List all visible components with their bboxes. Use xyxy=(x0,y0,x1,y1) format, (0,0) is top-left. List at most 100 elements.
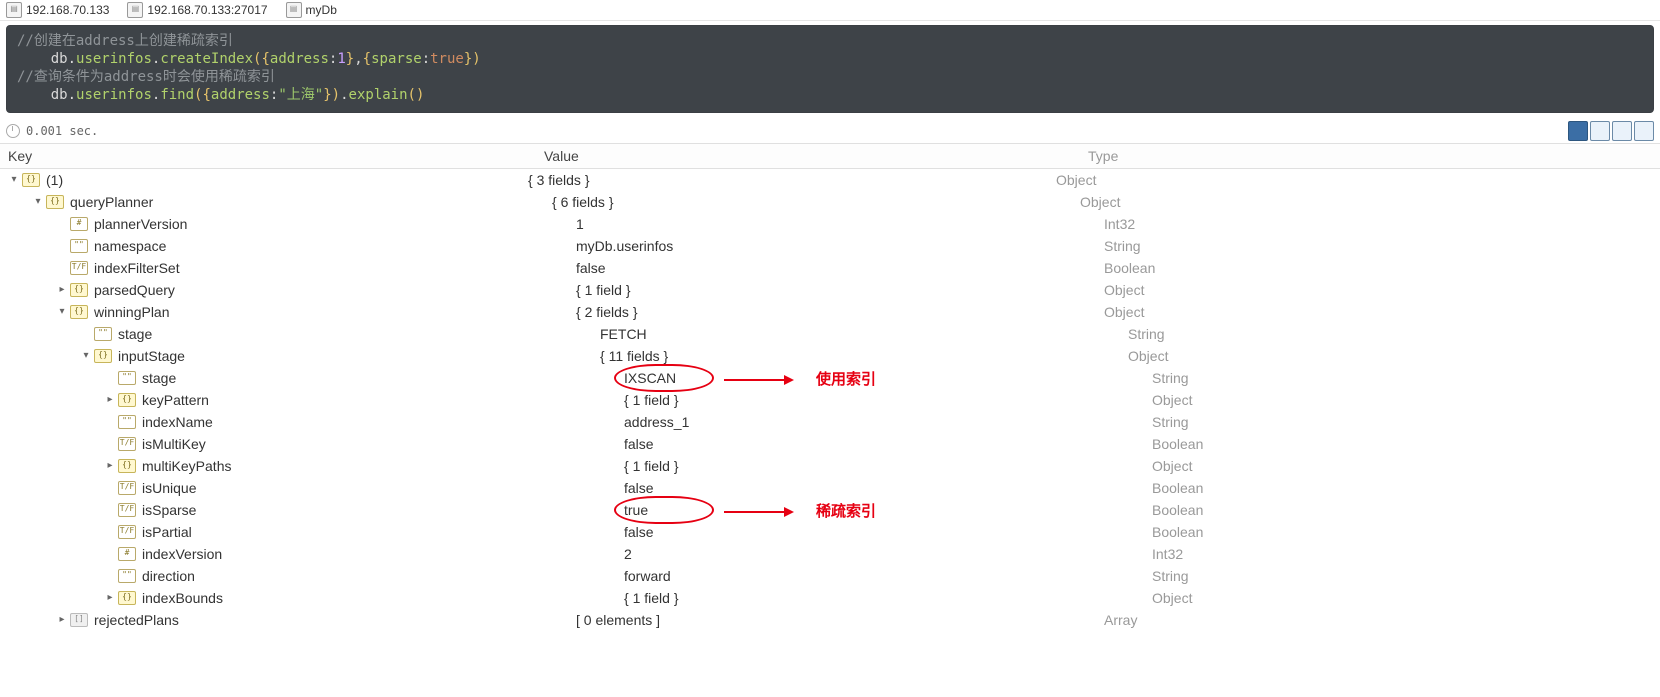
chevron-right-icon[interactable]: ▸ xyxy=(104,587,116,609)
chevron-down-icon[interactable]: ▾ xyxy=(80,345,92,367)
tree-key: inputStage xyxy=(118,345,185,367)
hostport-icon: ▤ xyxy=(127,2,143,18)
tree-key: indexName xyxy=(142,411,213,433)
col-key[interactable]: Key xyxy=(0,144,536,168)
tree-row[interactable]: T/FisPartialfalseBoolean xyxy=(0,521,1660,543)
tree-row[interactable]: ▸{}keyPattern{ 1 field }Object xyxy=(0,389,1660,411)
tree-row[interactable]: #plannerVersion1Int32 xyxy=(0,213,1660,235)
type-str-icon: "" xyxy=(94,327,112,341)
tree-row[interactable]: ▸{}multiKeyPaths{ 1 field }Object xyxy=(0,455,1660,477)
crumb-hostport[interactable]: 192.168.70.133:27017 xyxy=(147,3,267,17)
tree-key: isPartial xyxy=(142,521,192,543)
host-icon: ▤ xyxy=(6,2,22,18)
tree-row[interactable]: T/FisUniquefalseBoolean xyxy=(0,477,1660,499)
annotation-arrow: 稀疏索引 xyxy=(724,501,876,523)
chevron-down-icon[interactable]: ▾ xyxy=(32,191,44,213)
tree-type: String xyxy=(1104,235,1660,257)
type-obj-icon: {} xyxy=(118,459,136,473)
tree-value: { 1 field } xyxy=(624,587,679,609)
type-int-icon: # xyxy=(118,547,136,561)
tree-value: { 1 field } xyxy=(624,455,679,477)
tree-value: address_1 xyxy=(624,411,689,433)
tree-value: { 3 fields } xyxy=(528,169,590,191)
tree-value: forward xyxy=(624,565,671,587)
exec-time: 0.001 sec. xyxy=(26,124,98,138)
tree-type: Object xyxy=(1104,301,1660,323)
crumb-host[interactable]: 192.168.70.133 xyxy=(26,3,109,17)
chevron-right-icon[interactable]: ▸ xyxy=(104,455,116,477)
type-bool-icon: T/F xyxy=(118,503,136,517)
type-int-icon: # xyxy=(70,217,88,231)
tree-row[interactable]: ▸{}parsedQuery{ 1 field }Object xyxy=(0,279,1660,301)
type-obj-icon: {} xyxy=(70,305,88,319)
chevron-down-icon[interactable]: ▾ xyxy=(8,169,20,191)
tree-type: Boolean xyxy=(1152,521,1660,543)
tree-type: Boolean xyxy=(1152,477,1660,499)
tree-row[interactable]: ▸[]rejectedPlans[ 0 elements ]Array xyxy=(0,609,1660,631)
tree-key: direction xyxy=(142,565,195,587)
type-str-icon: "" xyxy=(118,371,136,385)
status-bar: 0.001 sec. xyxy=(6,121,1654,141)
view-popout-button[interactable] xyxy=(1634,121,1654,141)
breadcrumb: ▤ 192.168.70.133 ▤ 192.168.70.133:27017 … xyxy=(0,0,1660,21)
col-type[interactable]: Type xyxy=(1080,144,1660,168)
tree-value: IXSCAN xyxy=(624,367,676,389)
tree-type: Array xyxy=(1104,609,1660,631)
tree-value: { 2 fields } xyxy=(576,301,638,323)
tree-value: [ 0 elements ] xyxy=(576,609,660,631)
tree-key: indexBounds xyxy=(142,587,223,609)
tree-row[interactable]: T/F isSparse true 稀疏索引 Boolean xyxy=(0,499,1660,521)
chevron-right-icon[interactable]: ▸ xyxy=(56,279,68,301)
tree-type: Object xyxy=(1128,345,1660,367)
type-bool-icon: T/F xyxy=(118,525,136,539)
type-obj-icon: {} xyxy=(118,591,136,605)
tree-row[interactable]: ▾{}inputStage{ 11 fields }Object xyxy=(0,345,1660,367)
tree-row[interactable]: #indexVersion2Int32 xyxy=(0,543,1660,565)
tree-value: FETCH xyxy=(600,323,647,345)
tree-value: { 1 field } xyxy=(576,279,631,301)
chevron-down-icon[interactable]: ▾ xyxy=(56,301,68,323)
chevron-right-icon[interactable]: ▸ xyxy=(104,389,116,411)
tree-row[interactable]: ▸{}indexBounds{ 1 field }Object xyxy=(0,587,1660,609)
tree-value: false xyxy=(624,477,654,499)
crumb-db[interactable]: myDb xyxy=(306,3,337,17)
col-value[interactable]: Value xyxy=(536,144,1080,168)
tree-value: true xyxy=(624,499,648,521)
type-obj-icon: {} xyxy=(70,283,88,297)
tree-row[interactable]: T/FisMultiKeyfalseBoolean xyxy=(0,433,1660,455)
tree-row[interactable]: T/FindexFilterSetfalseBoolean xyxy=(0,257,1660,279)
tree-row[interactable]: ""stageIXSCAN使用索引String xyxy=(0,367,1660,389)
view-table-button[interactable] xyxy=(1590,121,1610,141)
tree-type: Object xyxy=(1056,169,1660,191)
type-str-icon: "" xyxy=(118,569,136,583)
tree-key: stage xyxy=(118,323,152,345)
tree-type: String xyxy=(1152,565,1660,587)
database-icon: ▤ xyxy=(286,2,302,18)
tree-key: parsedQuery xyxy=(94,279,175,301)
tree-row[interactable]: ▾{}queryPlanner{ 6 fields }Object xyxy=(0,191,1660,213)
code-editor[interactable]: //创建在address上创建稀疏索引 db.userinfos.createI… xyxy=(6,25,1654,113)
tree-key: isSparse xyxy=(142,499,196,521)
tree-row[interactable]: "" direction forward String xyxy=(0,565,1660,587)
tree-row[interactable]: ▾{} winningPlan { 2 fields } Object xyxy=(0,301,1660,323)
chevron-right-icon[interactable]: ▸ xyxy=(56,609,68,631)
tree-row[interactable]: ""indexNameaddress_1String xyxy=(0,411,1660,433)
view-text-button[interactable] xyxy=(1612,121,1632,141)
tree-type: Boolean xyxy=(1104,257,1660,279)
tree-key: (1) xyxy=(46,169,63,191)
view-toolbar xyxy=(1568,121,1654,141)
view-tree-button[interactable] xyxy=(1568,121,1588,141)
tree-row[interactable]: ""namespacemyDb.userinfosString xyxy=(0,235,1660,257)
tree-row[interactable]: ▾{}(1){ 3 fields }Object xyxy=(0,169,1660,191)
type-arr-icon: [] xyxy=(70,613,88,627)
tree-value: { 11 fields } xyxy=(600,345,668,367)
tree-value: false xyxy=(624,433,654,455)
tree-type: String xyxy=(1128,323,1660,345)
tree-value: 2 xyxy=(624,543,632,565)
tree-type: Boolean xyxy=(1152,499,1660,521)
tree-key: winningPlan xyxy=(94,301,170,323)
tree-type: String xyxy=(1152,367,1660,389)
tree-row[interactable]: "" stage FETCH String xyxy=(0,323,1660,345)
tree-type: Boolean xyxy=(1152,433,1660,455)
annotation-arrow: 使用索引 xyxy=(724,369,876,391)
